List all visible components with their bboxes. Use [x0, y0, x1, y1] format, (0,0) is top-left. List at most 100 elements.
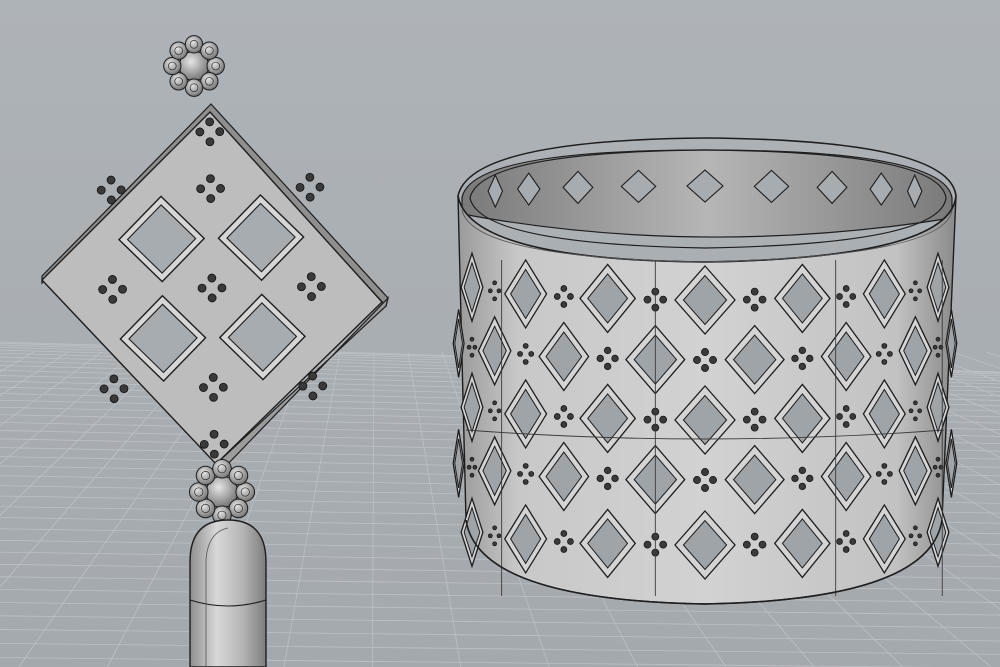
bangle-dot: [611, 474, 619, 483]
bangle-dot: [836, 293, 843, 300]
bead: [188, 482, 209, 502]
viewport-canvas[interactable]: [0, 0, 1000, 667]
bangle-dot: [750, 532, 759, 541]
bangle-dot: [472, 464, 478, 470]
bangle-dot: [849, 538, 857, 545]
bangle-dot: [913, 296, 918, 302]
bangle-dot: [875, 351, 882, 357]
bangle-dot: [881, 359, 888, 365]
bangle-dot: [487, 408, 493, 414]
bead: [212, 458, 232, 479]
bangle-dot: [806, 354, 814, 363]
bangle-dot: [881, 479, 888, 485]
bead: [163, 56, 182, 76]
pendant-dot: [209, 449, 219, 459]
bangle-dot: [842, 546, 850, 553]
bangle-dot: [913, 280, 918, 286]
bangle-dot: [603, 466, 612, 475]
pendant-dot: [207, 273, 217, 283]
bangle-dot: [701, 484, 709, 492]
bangle-dot: [522, 343, 529, 349]
pendant-dot: [206, 194, 216, 203]
pendant-dot: [297, 282, 306, 292]
bangle-dot: [553, 293, 561, 300]
pendant-dot: [106, 175, 116, 185]
bangle-dot: [659, 540, 668, 549]
bangle-dot: [611, 354, 619, 363]
bangle-dot: [553, 538, 561, 545]
bangle-dot: [567, 293, 574, 300]
bangle-dot: [496, 288, 502, 294]
bangle-dot: [492, 296, 497, 302]
pendant-dot: [98, 285, 108, 294]
bangle-dot: [935, 456, 941, 462]
bangle-dot: [560, 301, 568, 308]
bangle-dot: [496, 408, 502, 414]
pendant-dot: [307, 292, 316, 301]
bangle-dot: [603, 362, 612, 371]
pendant-dot: [217, 283, 227, 293]
bangle-dot: [742, 415, 751, 424]
bangle-dot: [849, 413, 857, 420]
bangle-dot: [917, 533, 923, 539]
bead: [228, 498, 249, 519]
bangle-dot: [701, 364, 709, 372]
bangle-dot: [472, 344, 478, 350]
bangle-dot: [709, 356, 717, 364]
pendant-dot: [109, 374, 119, 384]
bangle-dot: [913, 525, 918, 531]
bangle-dot: [469, 352, 475, 358]
bangle-dot: [643, 415, 652, 424]
pendant-dot: [99, 384, 109, 394]
bangle-dot: [842, 530, 850, 537]
pendant-dot: [206, 174, 215, 184]
bangle-dot: [522, 359, 529, 365]
bead: [195, 465, 216, 486]
bangle-dot: [935, 352, 941, 358]
pendant-dot: [108, 294, 118, 304]
pendant-dot: [316, 282, 326, 291]
rhino-perspective-viewport[interactable]: [0, 0, 1000, 667]
pendant-dot: [209, 392, 218, 402]
pendant-dot: [305, 172, 315, 182]
pendant-dot: [318, 381, 328, 391]
bead: [206, 56, 225, 76]
bead: [195, 498, 216, 519]
bangle-dot: [567, 413, 574, 420]
lattice-bangle[interactable]: [452, 137, 958, 605]
pendant-dot: [295, 182, 305, 192]
bangle-dot: [798, 346, 807, 355]
bail-tube[interactable]: [189, 519, 267, 667]
bangle-dot: [603, 346, 612, 355]
bangle-dot: [693, 476, 701, 484]
pendant-dot: [109, 394, 119, 404]
bangle-dot: [750, 407, 759, 416]
bangle-dot: [643, 540, 652, 549]
pendant-dot: [308, 371, 318, 381]
pendant-dot: [207, 293, 217, 303]
bangle-dot: [908, 408, 914, 414]
pendant-dot: [196, 184, 206, 194]
bangle-dot: [560, 530, 568, 537]
bangle-dot: [913, 541, 918, 547]
pendant-dot: [205, 117, 215, 127]
bangle-dot: [887, 351, 893, 357]
pendant-dot: [197, 283, 207, 293]
bangle-dot: [659, 415, 668, 424]
bangle-dot: [908, 533, 914, 539]
bangle-dot: [842, 285, 850, 292]
bangle-dot: [806, 474, 814, 483]
bangle-dot: [517, 351, 523, 357]
bangle-dot: [917, 408, 923, 414]
bangle-dot: [522, 479, 529, 485]
bangle-dot: [567, 538, 574, 545]
bangle-dot: [517, 471, 523, 477]
bangle-dot: [709, 476, 717, 484]
bangle-dot: [935, 336, 941, 342]
bangle-dot: [913, 416, 918, 422]
bangle-dot: [742, 295, 751, 304]
bangle-dot: [701, 348, 709, 356]
bangle-dot: [528, 471, 535, 477]
pendant-dot: [116, 185, 126, 195]
bangle-dot: [836, 538, 843, 545]
